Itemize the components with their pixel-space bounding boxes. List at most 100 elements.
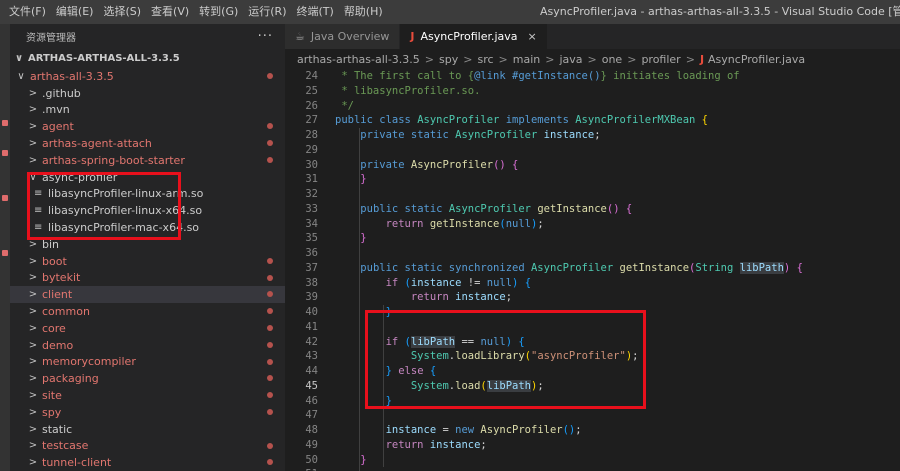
- code-token: {: [625, 202, 633, 215]
- menu-item[interactable]: 查看(V): [146, 0, 194, 24]
- tree-item-label: common: [42, 305, 90, 319]
- line-number: 37: [305, 261, 318, 274]
- breadcrumb-item[interactable]: java: [559, 53, 582, 66]
- line-number: 51: [285, 467, 318, 471]
- tree-folder[interactable]: > common: [10, 303, 285, 320]
- modified-dot: [267, 459, 273, 466]
- menu-item[interactable]: 编辑(E): [51, 0, 99, 24]
- tree-folder[interactable]: > memorycompiler: [10, 354, 285, 371]
- code-token: @link: [474, 70, 506, 82]
- code-token: instance: [385, 424, 437, 436]
- line-number: 28: [305, 129, 318, 141]
- code-token: String: [695, 261, 734, 274]
- code-text: private static AsyncProfiler instance;: [318, 128, 600, 143]
- code-token: getInstance: [619, 261, 690, 274]
- breadcrumb-item[interactable]: spy: [439, 53, 458, 66]
- breadcrumb-item[interactable]: one: [602, 53, 622, 66]
- tree-folder[interactable]: > packaging: [10, 370, 285, 387]
- code-line: 25 * libasyncProfiler.so.: [285, 84, 900, 99]
- line-number: 36: [305, 247, 318, 259]
- code-token: null: [505, 217, 532, 230]
- breadcrumb-item[interactable]: arthas-arthas-all-3.3.5: [297, 53, 420, 66]
- line-number: 43: [305, 350, 318, 363]
- code-token: * libasyncProfiler.so.: [335, 84, 481, 97]
- tree-folder[interactable]: > spy: [10, 404, 285, 421]
- chevron-right-icon: >: [28, 289, 38, 301]
- breadcrumb-item[interactable]: profiler: [641, 53, 680, 66]
- tab-java-overview[interactable]: ☕ Java Overview: [285, 24, 401, 49]
- tree-folder[interactable]: > demo: [10, 337, 285, 354]
- code-token: return: [385, 438, 430, 451]
- menu-item[interactable]: 选择(S): [98, 0, 146, 24]
- line-number: 24: [305, 70, 318, 82]
- code-token: AsyncProfiler: [417, 114, 500, 127]
- chevron-right-icon: >: [28, 390, 38, 402]
- tab-asyncprofiler-java[interactable]: J AsyncProfiler.java ×: [400, 24, 548, 49]
- chevron-right-icon: >: [28, 322, 38, 334]
- breadcrumb-item[interactable]: main: [513, 53, 540, 66]
- code-view[interactable]: 24 * The first call to {@link #getInstan…: [285, 69, 900, 471]
- chevron-right-icon: >: [424, 52, 435, 66]
- tree-folder[interactable]: > arthas-agent-attach: [10, 135, 285, 152]
- tree-item-label: tunnel-client: [42, 456, 112, 470]
- code-token: (): [493, 158, 506, 171]
- code-token: ;: [505, 291, 513, 304]
- code-token: } initiates loading of: [600, 70, 740, 82]
- tree-item-label: demo: [42, 338, 74, 352]
- tab-label: AsyncProfiler.java: [420, 30, 518, 43]
- menu-item[interactable]: 帮助(H): [339, 0, 388, 24]
- code-token: ;: [537, 217, 544, 230]
- workspace-section[interactable]: ∨ ARTHAS-ARTHAS-ALL-3.3.5: [10, 48, 285, 68]
- code-token: !=: [461, 276, 487, 289]
- code-token: ;: [575, 424, 582, 436]
- tree-folder[interactable]: > .mvn: [10, 102, 285, 119]
- tree-folder[interactable]: > core: [10, 320, 285, 337]
- tree-folder[interactable]: > client: [10, 286, 285, 304]
- modified-dot: [267, 408, 273, 415]
- tree-item-label: agent: [42, 120, 74, 134]
- code-token: return: [410, 291, 456, 304]
- code-line: 47: [285, 408, 900, 423]
- tree-folder[interactable]: > .github: [10, 85, 285, 102]
- line-number: 45: [305, 379, 318, 392]
- line-number: 31: [305, 173, 318, 186]
- close-icon[interactable]: ×: [528, 30, 537, 43]
- tree-folder[interactable]: > static: [10, 421, 285, 438]
- line-number: 50: [305, 453, 318, 466]
- menu-item[interactable]: 转到(G): [194, 0, 243, 24]
- line-number: 30: [305, 158, 318, 171]
- menu-item[interactable]: 终端(T): [292, 0, 339, 24]
- code-line: 51: [285, 467, 900, 471]
- tree-folder[interactable]: > agent: [10, 118, 285, 135]
- breadcrumb-item[interactable]: AsyncProfiler.java: [708, 53, 805, 66]
- menu-item[interactable]: 文件(F): [4, 0, 51, 24]
- menu-bar: 文件(F) 编辑(E) 选择(S) 查看(V) 转到(G) 运行(R) 终端(T) 帮助(H): [0, 0, 388, 24]
- tree-folder[interactable]: > boot: [10, 253, 285, 270]
- tree-folder[interactable]: > bytekit: [10, 270, 285, 287]
- tree-folder[interactable]: > tunnel-client: [10, 454, 285, 471]
- tree-folder[interactable]: ∨ arthas-all-3.3.5: [10, 68, 285, 85]
- line-number: 46: [305, 394, 318, 407]
- tree-folder[interactable]: > arthas-spring-boot-starter: [10, 152, 285, 169]
- breadcrumb-item[interactable]: src: [477, 53, 493, 66]
- code-token: getInstance: [537, 202, 607, 215]
- editor-area: ☕ Java Overview J AsyncProfiler.java × artha…: [285, 24, 900, 471]
- tree-item-label: packaging: [42, 372, 99, 386]
- code-line: 35 }: [285, 231, 900, 246]
- workspace-title: ARTHAS-ARTHAS-ALL-3.3.5: [28, 52, 180, 64]
- tree-item-label: static: [42, 422, 73, 436]
- menu-item[interactable]: 运行(R): [243, 0, 291, 24]
- chevron-right-icon: >: [28, 154, 38, 166]
- chevron-right-icon: >: [28, 121, 38, 133]
- code-line: 30 private AsyncProfiler() {: [285, 158, 900, 173]
- code-text: public class AsyncProfiler implements As…: [318, 113, 708, 128]
- more-actions-icon[interactable]: ···: [258, 29, 273, 44]
- chevron-right-icon: >: [28, 339, 38, 351]
- tree-folder[interactable]: > site: [10, 387, 285, 404]
- tree-folder[interactable]: > testcase: [10, 438, 285, 455]
